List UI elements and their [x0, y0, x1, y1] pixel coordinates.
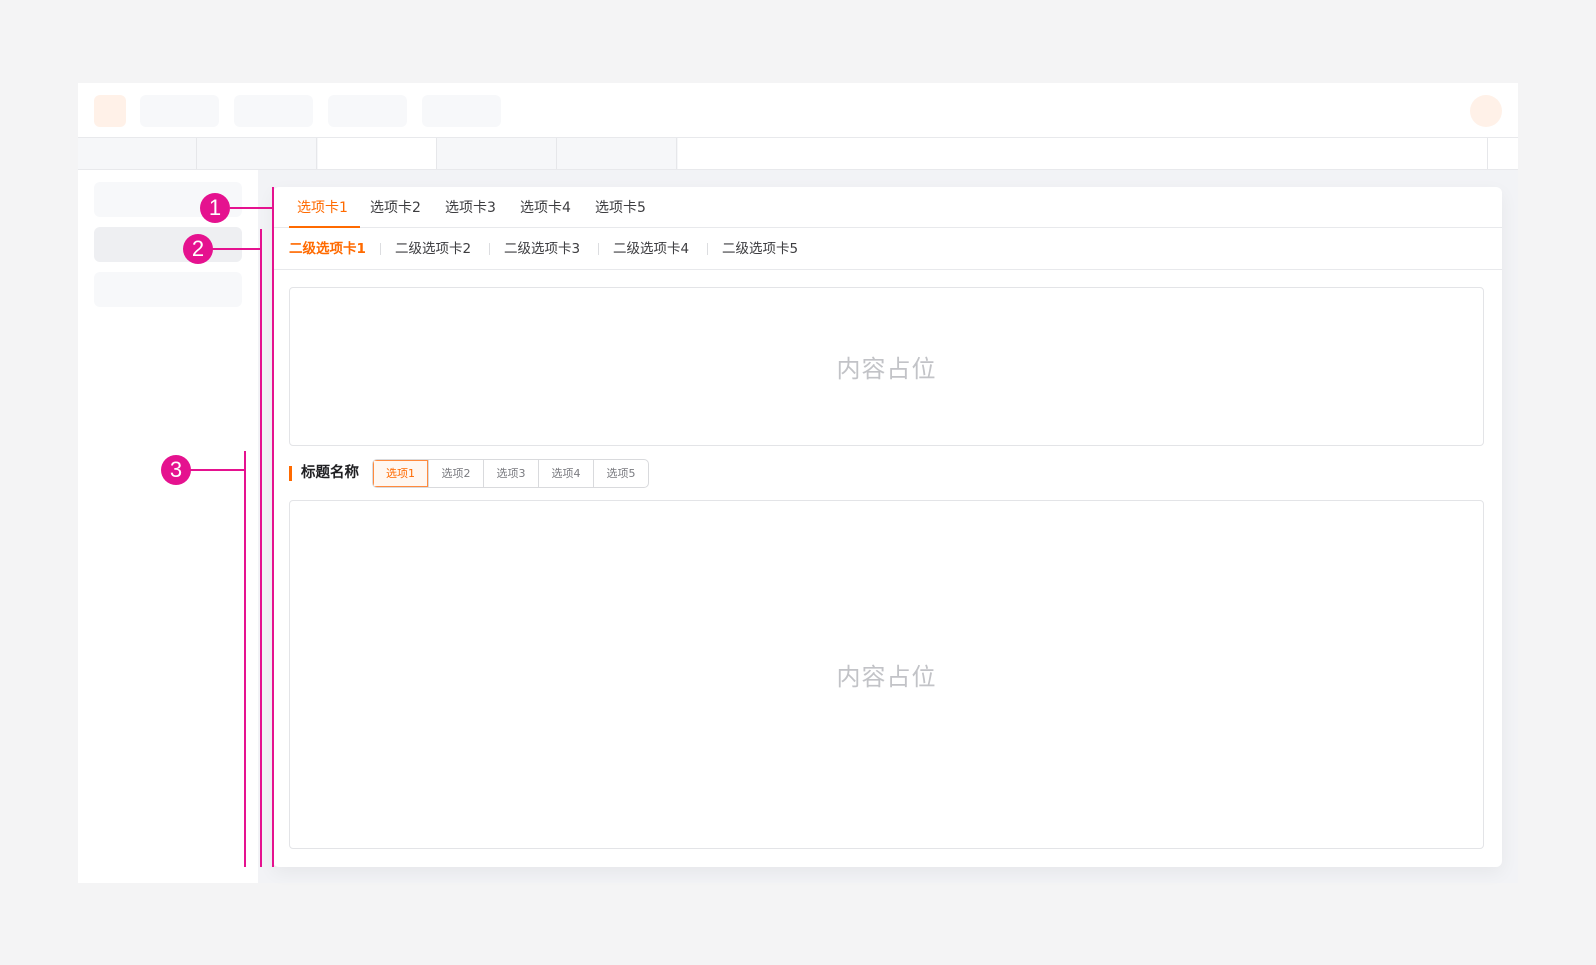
segmented-control: 选项1 选项2 选项3 选项4 选项5 — [372, 459, 649, 488]
segment-option-1[interactable]: 选项1 — [373, 460, 428, 487]
section-header: 标题名称 选项1 选项2 选项3 选项4 选项5 — [289, 459, 789, 488]
tab-primary-3[interactable]: 选项卡3 — [445, 187, 496, 228]
tab-separator — [707, 243, 708, 255]
segment-option-3[interactable]: 选项3 — [483, 460, 538, 487]
annotation-line-3-vertical — [244, 451, 246, 867]
main-content-card: 选项卡1 选项卡2 选项卡3 选项卡4 选项卡5 二级选项卡1 二级选项卡2 二… — [273, 187, 1502, 867]
window-tab-strip-space — [678, 138, 1488, 169]
tab-secondary-4[interactable]: 二级选项卡4 — [613, 228, 689, 269]
annotation-badge-3: 3 — [161, 455, 191, 485]
secondary-tab-bar: 二级选项卡1 二级选项卡2 二级选项卡3 二级选项卡4 二级选项卡5 — [273, 228, 1502, 270]
sidebar-item-2[interactable] — [94, 227, 242, 262]
section-title: 标题名称 — [301, 465, 359, 481]
sidebar-item-3[interactable] — [94, 272, 242, 307]
tab-primary-5[interactable]: 选项卡5 — [595, 187, 646, 228]
content-placeholder-top: 内容占位 — [289, 287, 1484, 446]
tab-secondary-2[interactable]: 二级选项卡2 — [395, 228, 471, 269]
top-nav-item-1[interactable] — [140, 95, 219, 127]
avatar[interactable] — [1470, 95, 1502, 127]
window-tab-5[interactable] — [558, 138, 677, 169]
window-tab-2[interactable] — [198, 138, 317, 169]
tab-secondary-5[interactable]: 二级选项卡5 — [722, 228, 798, 269]
window-tab-3[interactable] — [318, 138, 437, 169]
window-tab-strip-action[interactable] — [1488, 138, 1518, 169]
tab-separator — [489, 243, 490, 255]
annotation-badge-1: 1 — [200, 193, 230, 223]
tab-secondary-3[interactable]: 二级选项卡3 — [504, 228, 580, 269]
annotation-line-1-leader — [230, 207, 272, 209]
segment-option-5[interactable]: 选项5 — [593, 460, 648, 487]
window-tab-strip — [78, 138, 1518, 170]
content-placeholder-bottom: 内容占位 — [289, 500, 1484, 849]
annotation-line-2-leader — [210, 248, 260, 250]
tab-primary-4[interactable]: 选项卡4 — [520, 187, 571, 228]
app-window: 选项卡1 选项卡2 选项卡3 选项卡4 选项卡5 二级选项卡1 二级选项卡2 二… — [78, 83, 1518, 883]
tab-primary-2[interactable]: 选项卡2 — [370, 187, 421, 228]
primary-tab-bar: 选项卡1 选项卡2 选项卡3 选项卡4 选项卡5 — [273, 187, 1502, 228]
sidebar — [78, 170, 258, 883]
tab-separator — [380, 243, 381, 255]
logo-placeholder[interactable] — [94, 95, 126, 127]
annotation-line-1-vertical — [272, 187, 274, 867]
segment-option-4[interactable]: 选项4 — [538, 460, 593, 487]
window-tab-4[interactable] — [438, 138, 557, 169]
segment-option-2[interactable]: 选项2 — [428, 460, 483, 487]
top-nav-item-3[interactable] — [328, 95, 407, 127]
section-accent-bar — [289, 466, 292, 481]
tab-separator — [598, 243, 599, 255]
placeholder-label: 内容占位 — [836, 355, 937, 383]
top-nav-item-4[interactable] — [422, 95, 501, 127]
window-tab-1[interactable] — [78, 138, 197, 169]
annotation-badge-2: 2 — [183, 234, 213, 264]
placeholder-label: 内容占位 — [836, 663, 937, 691]
top-navbar — [78, 83, 1518, 138]
annotation-line-3-leader — [190, 469, 244, 471]
tab-primary-1[interactable]: 选项卡1 — [297, 187, 348, 228]
tab-secondary-1[interactable]: 二级选项卡1 — [289, 228, 366, 269]
annotation-line-2-vertical — [260, 229, 262, 867]
top-nav-item-2[interactable] — [234, 95, 313, 127]
